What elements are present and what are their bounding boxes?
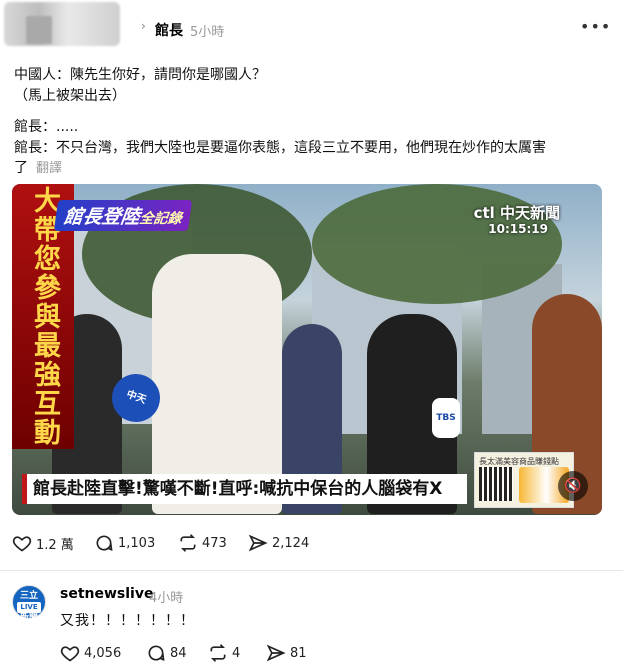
broadcast-clock: 10:15:19 <box>488 222 548 236</box>
heart-icon <box>12 536 32 552</box>
post-text-line: 中國人：陳先生你好，請問你是哪國人？ <box>14 67 266 83</box>
video-player[interactable]: 大帶您參與最強互動直播新媒 館長登陸全記錄 ctl 中天新聞 10:15:19 … <box>12 184 602 515</box>
ad-title: 長太滿美容商品賺錢點 <box>479 457 559 466</box>
comment-icon <box>96 535 113 551</box>
repost-count: 473 <box>202 535 227 551</box>
comment-count: 1,103 <box>118 535 156 551</box>
reply-avatar[interactable]: 三立 LIVE 新聞 <box>12 585 46 623</box>
reply-repost-count: 4 <box>232 645 241 661</box>
post-text-line: 館長：..... <box>14 119 79 135</box>
post-text-line: （馬上被架出去） <box>14 88 126 104</box>
chevron-right-icon: › <box>141 19 146 33</box>
show-subtitle: 全記錄 <box>138 211 183 227</box>
reply-comment-button[interactable]: 84 <box>146 643 187 663</box>
reply-time: 4小時 <box>149 591 184 606</box>
repost-icon <box>180 534 196 552</box>
reply-comment-count: 84 <box>170 645 187 661</box>
divider <box>0 570 623 571</box>
send-icon <box>248 534 268 552</box>
comment-icon <box>148 645 165 661</box>
qr-code-icon <box>479 467 513 501</box>
show-title: 館長登陸 <box>62 206 142 228</box>
avatar-text: 三立 <box>19 591 38 601</box>
reply-repost-button[interactable]: 4 <box>208 643 240 663</box>
network-logo: ctl 中天新聞 <box>473 204 560 222</box>
share-count: 2,124 <box>272 535 310 551</box>
reply-like-count: 4,056 <box>84 645 122 661</box>
repost-button[interactable]: 473 <box>178 533 227 553</box>
like-count: 1.2 萬 <box>36 537 74 553</box>
post-author[interactable]: 館長 <box>155 20 183 40</box>
post-header: › 館長 5小時 ••• <box>0 0 623 50</box>
comment-button[interactable]: 1,103 <box>94 533 155 553</box>
reply-share-count: 81 <box>290 645 307 661</box>
author-avatar[interactable] <box>4 2 120 46</box>
send-icon <box>266 644 286 662</box>
post-text-tail: 了 <box>14 160 28 176</box>
repost-icon <box>210 644 226 662</box>
post-text-line-last: 了翻譯 <box>14 157 62 177</box>
mute-icon[interactable]: 🔇 <box>558 471 588 501</box>
post-text-line: 館長：不只台灣，我們大陸也是要逼你表態，這段三立不要用，他們現在炒作的太厲害 <box>14 140 546 156</box>
avatar-text: LIVE <box>17 602 41 613</box>
microphone-right: TBS <box>432 398 460 438</box>
reply-like-button[interactable]: 4,056 <box>60 643 121 663</box>
reply-share-button[interactable]: 81 <box>266 643 307 663</box>
post-time: 5小時 <box>190 25 225 40</box>
more-options-icon[interactable]: ••• <box>580 17 611 36</box>
reply-text: 又我！！！！！！！ <box>60 613 195 629</box>
like-button[interactable]: 1.2 萬 <box>12 533 74 553</box>
heart-icon <box>60 646 80 662</box>
share-button[interactable]: 2,124 <box>248 533 309 553</box>
post-actions: 1.2 萬 1,103 473 2,124 <box>12 533 612 557</box>
reply-actions: 4,056 84 4 81 <box>60 643 620 665</box>
show-logo: 館長登陸全記錄 <box>53 200 193 231</box>
video-caption: 館長赴陸直擊!驚嘆不斷!直呼:喊抗中保台的人腦袋有X <box>22 474 467 504</box>
reply-author[interactable]: setnewslive <box>60 586 153 602</box>
translate-link[interactable]: 翻譯 <box>36 161 62 176</box>
avatar-text: 新聞 <box>19 613 38 623</box>
